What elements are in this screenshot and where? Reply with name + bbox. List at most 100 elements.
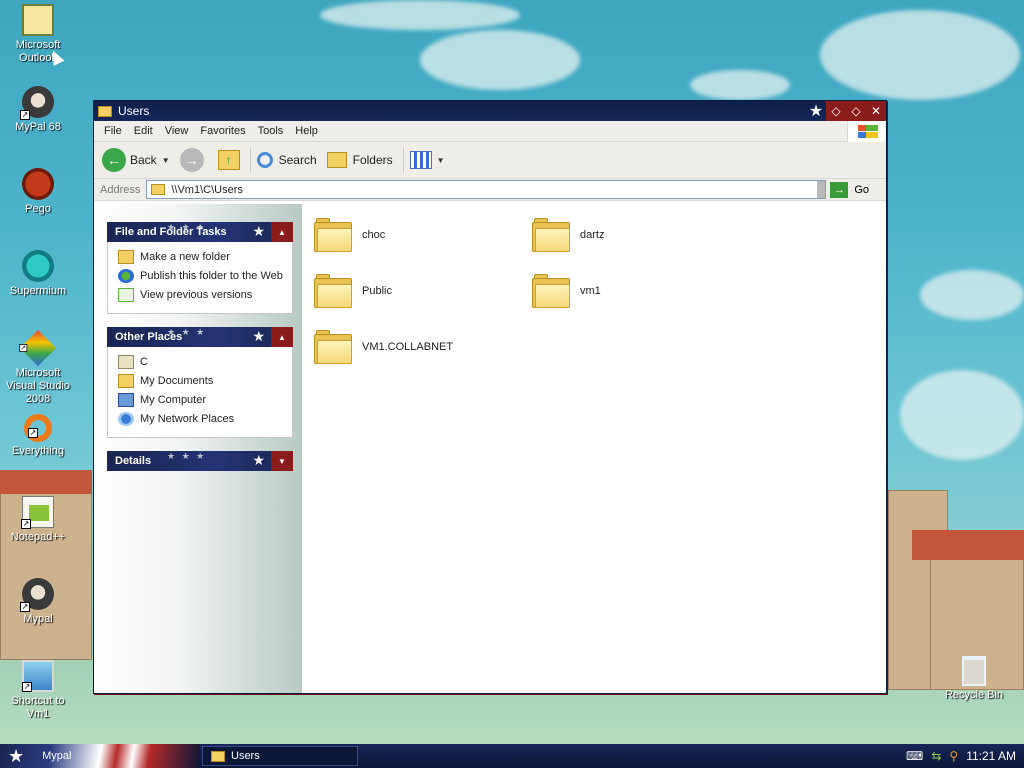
star-icon: ★ — [252, 223, 265, 239]
close-button[interactable]: ✕ — [866, 101, 886, 121]
chevron-down-icon[interactable]: ▼ — [162, 156, 170, 165]
menu-help[interactable]: Help — [290, 125, 325, 137]
task-view-previous-versions[interactable]: View previous versions — [118, 288, 284, 302]
windows-logo-icon — [847, 121, 885, 142]
task-make-new-folder[interactable]: Make a new folder — [118, 250, 284, 264]
forward-button[interactable]: → — [179, 148, 208, 172]
folder-item-public[interactable]: Public — [314, 274, 392, 308]
start-button[interactable]: ★ Mypal — [0, 744, 200, 768]
place-my-documents[interactable]: My Documents — [118, 374, 284, 388]
go-button[interactable]: → Go — [830, 181, 869, 198]
up-folder-button[interactable]: ↑ — [217, 150, 240, 170]
panel-header[interactable]: File and Folder Tasks ★ ★ ★ ★ ▲ — [107, 222, 293, 242]
panel-header[interactable]: Other Places ★ ★ ★ ★ ▲ — [107, 327, 293, 347]
maximize-button[interactable]: ◇ — [846, 101, 866, 121]
my-computer-icon — [118, 393, 134, 407]
toolbar-separator — [249, 147, 251, 173]
folders-button[interactable]: Folders — [326, 152, 393, 168]
back-button[interactable]: ← Back ▼ — [102, 148, 170, 172]
star-icon: ★ — [808, 103, 824, 120]
shortcut-arrow-icon: ↗ — [28, 428, 38, 438]
address-bar: Address \\Vm1\C\Users → Go — [94, 179, 886, 201]
network-computer-icon: ↗ — [22, 660, 54, 692]
panel-header[interactable]: Details ★ ★ ★ ★ ▼ — [107, 451, 293, 471]
desktop-icon-visual-studio[interactable]: ↗ Microsoft Visual Studio 2008 — [1, 329, 75, 406]
mypal-icon: ↗ — [20, 86, 54, 120]
everything-icon: ↗ — [24, 414, 52, 442]
folder-icon — [211, 750, 225, 762]
search-icon[interactable]: ⚲ — [949, 749, 958, 763]
folder-item-dartz[interactable]: dartz — [532, 218, 604, 252]
folder-item-vm1-collabnet[interactable]: VM1.COLLABNET — [314, 330, 453, 364]
window-controls: ★ ◇ ◇ ✕ — [806, 101, 886, 121]
toolbar: ← Back ▼ → ↑ Search Folders ▼ — [94, 142, 886, 179]
globe-icon — [118, 269, 134, 283]
menu-tools[interactable]: Tools — [253, 125, 291, 137]
desktop-icon-supermium[interactable]: Supermium — [1, 250, 75, 298]
explorer-content: File and Folder Tasks ★ ★ ★ ★ ▲ Make a n… — [94, 204, 886, 693]
views-button[interactable]: ▼ — [409, 151, 445, 169]
notepadpp-icon: ↗ — [21, 496, 54, 529]
collapse-button[interactable]: ▲ — [271, 327, 293, 347]
desktop-icon-shortcut-vm1[interactable]: ↗ Shortcut to Vm1 — [1, 660, 75, 721]
keyboard-icon[interactable]: ⌨ — [906, 749, 923, 763]
shortcut-arrow-icon: ↗ — [21, 519, 31, 529]
cloud — [420, 30, 580, 90]
expand-button[interactable]: ▼ — [271, 451, 293, 471]
back-arrow-icon: ← — [102, 148, 126, 172]
pego-icon — [22, 168, 54, 200]
stars-decoration: ★ ★ ★ — [167, 451, 207, 461]
clock[interactable]: 11:21 AM — [966, 749, 1016, 763]
folder-item-vm1[interactable]: vm1 — [532, 274, 601, 308]
panel-body: Make a new folder Publish this folder to… — [107, 242, 293, 314]
folder-icon — [532, 218, 570, 252]
network-icon[interactable]: ⇆ — [931, 749, 941, 763]
taskbar-window-users[interactable]: Users — [202, 746, 358, 766]
collapse-button[interactable]: ▲ — [271, 222, 293, 242]
minimize-button[interactable]: ◇ — [826, 101, 846, 121]
star-icon: ★ — [252, 328, 265, 344]
cloud — [900, 370, 1024, 460]
quick-launch-mypal[interactable]: Mypal — [42, 750, 71, 762]
desktop-icon-notepadpp[interactable]: ↗ Notepad++ — [1, 496, 75, 544]
menu-edit[interactable]: Edit — [129, 125, 160, 137]
menu-view[interactable]: View — [160, 125, 196, 137]
recycle-bin-icon — [962, 656, 986, 686]
desktop-icon-everything[interactable]: ↗ Everything — [1, 414, 75, 458]
place-my-network-places[interactable]: My Network Places — [118, 412, 284, 426]
desktop-icon-mypal68[interactable]: ↗ MyPal 68 — [1, 86, 75, 134]
stars-decoration: ★ ★ ★ — [167, 222, 207, 232]
visual-studio-icon: ↗ — [19, 329, 57, 367]
chevron-down-icon[interactable]: ▼ — [437, 156, 445, 165]
drive-icon — [118, 355, 134, 369]
menu-favorites[interactable]: Favorites — [195, 125, 252, 137]
desktop-icon-pego[interactable]: Pego — [1, 168, 75, 216]
address-dropdown[interactable] — [817, 181, 826, 198]
folder-icon — [314, 330, 352, 364]
network-places-icon — [118, 412, 134, 426]
shortcut-arrow-icon: ↗ — [20, 110, 30, 120]
address-label: Address — [100, 183, 141, 196]
address-input[interactable]: \\Vm1\C\Users — [146, 180, 827, 199]
place-my-computer[interactable]: My Computer — [118, 393, 284, 407]
place-c-drive[interactable]: C — [118, 355, 284, 369]
go-arrow-icon: → — [830, 181, 849, 198]
star-icon: ★ — [8, 745, 25, 766]
outlook-icon — [22, 4, 54, 36]
desktop-icon-outlook[interactable]: Microsoft Outlook — [1, 4, 75, 65]
window-title: Users — [118, 104, 150, 118]
title-bar[interactable]: Users ★ ◇ ◇ ✕ — [94, 101, 886, 121]
menu-file[interactable]: File — [99, 125, 129, 137]
cloud — [820, 10, 1020, 100]
panel-details: Details ★ ★ ★ ★ ▼ — [107, 451, 293, 471]
task-publish-folder[interactable]: Publish this folder to the Web — [118, 269, 284, 283]
search-button[interactable]: Search — [256, 152, 317, 168]
views-icon — [409, 151, 432, 169]
folder-item-choc[interactable]: choc — [314, 218, 385, 252]
roof — [0, 470, 92, 494]
desktop-icon-mypal[interactable]: ↗ Mypal — [1, 578, 75, 626]
roof — [912, 530, 1024, 560]
desktop-icon-recycle-bin[interactable]: Recycle Bin — [937, 656, 1011, 702]
folder-icon — [314, 274, 352, 308]
star-icon: ★ — [252, 452, 265, 468]
